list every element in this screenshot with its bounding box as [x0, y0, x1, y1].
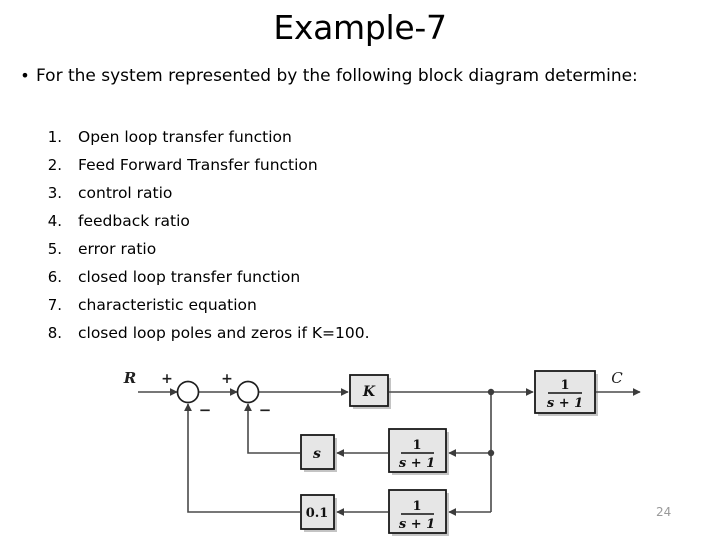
diagram-block-outer-lag-numerator: 1 [412, 499, 421, 514]
list-item: 5. error ratio [34, 240, 494, 268]
list-item: 4. feedback ratio [34, 212, 494, 240]
list-item-label: feedback ratio [78, 212, 190, 230]
list-item-number: 6. [47, 268, 62, 286]
page-title: Example-7 [273, 8, 447, 47]
list-item-label: control ratio [78, 184, 173, 202]
list-item-number: 3. [47, 184, 62, 202]
list-item: 1. Open loop transfer function [34, 128, 494, 156]
diagram-block-gain-k-label: K [362, 384, 376, 400]
summing-junction-1-plus-sign: + [161, 371, 173, 387]
list-item: 2. Feed Forward Transfer function [34, 156, 494, 184]
list-item: 6. closed loop transfer function [34, 268, 494, 296]
list-item-number: 5. [47, 240, 62, 258]
task-list: 1. Open loop transfer function 2. Feed F… [34, 128, 494, 352]
list-item: 8. closed loop poles and zeros if K=100. [34, 324, 494, 352]
diagram-block-inner-lag: 1 s + 1 [388, 428, 449, 475]
list-item-label: closed loop transfer function [78, 268, 301, 286]
signal-label-r: R [123, 369, 136, 387]
list-item-number: 1. [47, 128, 62, 146]
signal-label-c: C [611, 369, 623, 387]
list-item: 7. characteristic equation [34, 296, 494, 324]
page-number: 24 [656, 505, 672, 519]
wire-outer-gain-sum1 [184, 403, 300, 513]
diagram-block-forward-lag-numerator: 1 [560, 378, 569, 393]
list-item-number: 8. [47, 324, 62, 342]
diagram-block-outer-gain: 0.1 [300, 494, 337, 532]
diagram-block-outer-lag: 1 s + 1 [388, 489, 449, 536]
list-item-number: 2. [47, 156, 62, 174]
summing-junction-2-plus-sign: + [221, 371, 233, 387]
bullet-marker-icon: • [20, 66, 30, 85]
list-item-label: Feed Forward Transfer function [78, 156, 318, 174]
junction-dot-forward [487, 388, 495, 396]
diagram-block-inner-derivative-label: s [313, 446, 321, 462]
list-item-number: 4. [47, 212, 62, 230]
diagram-block-inner-lag-denominator: s + 1 [399, 456, 435, 471]
diagram-block-forward-lag: 1 s + 1 [534, 370, 598, 416]
bullet-paragraph: • For the system represented by the foll… [14, 63, 708, 90]
list-item: 3. control ratio [34, 184, 494, 212]
summing-junction-1: + − [161, 371, 211, 419]
diagram-block-forward-lag-denominator: s + 1 [547, 396, 583, 411]
list-item-number: 7. [47, 296, 62, 314]
bullet-row: • For the system represented by the foll… [14, 63, 708, 90]
diagram-block-inner-lag-numerator: 1 [412, 438, 421, 453]
list-item-label: closed loop poles and zeros if K=100. [78, 324, 370, 342]
summing-junction-2: + − [221, 371, 271, 419]
diagram-block-outer-gain-label: 0.1 [306, 506, 329, 521]
summing-junction-1-minus-sign: − [199, 401, 212, 419]
diagram-block-outer-lag-denominator: s + 1 [399, 517, 435, 532]
bullet-text: For the system represented by the follow… [36, 66, 638, 86]
list-item-label: error ratio [78, 240, 157, 258]
wire-derivative-sum2 [244, 403, 300, 454]
diagram-block-inner-derivative: s [300, 434, 337, 472]
diagram-block-gain-k: K [349, 374, 391, 409]
junction-dot-inner [487, 449, 495, 457]
list-item-label: characteristic equation [78, 296, 257, 314]
summing-junction-2-minus-sign: − [259, 401, 272, 419]
list-item-label: Open loop transfer function [78, 128, 292, 146]
